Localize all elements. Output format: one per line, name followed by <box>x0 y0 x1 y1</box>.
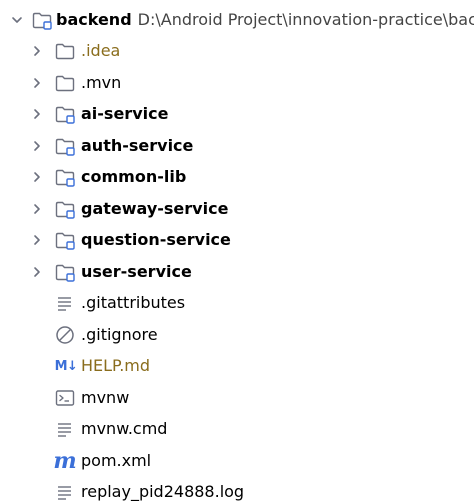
tree-row-pom-xml[interactable]: m pom.xml <box>0 445 474 477</box>
tree-row-mvnw[interactable]: mvnw <box>0 382 474 414</box>
markdown-icon-text: M↓ <box>54 358 78 374</box>
folder-icon <box>54 72 76 94</box>
tree-label-mvnw: mvnw <box>81 387 130 407</box>
folder-icon <box>54 40 76 62</box>
module-folder-icon <box>54 135 76 157</box>
tree-row-gateway-service[interactable]: gateway-service <box>0 193 474 225</box>
tree-row-user-service[interactable]: user-service <box>0 256 474 288</box>
tree-label-gateway-service: gateway-service <box>81 198 229 218</box>
tree-label-replay-log: replay_pid24888.log <box>81 482 245 502</box>
tree-label-mvnw-cmd: mvnw.cmd <box>81 419 168 439</box>
chevron-right-icon[interactable] <box>28 137 46 155</box>
project-tree: backend D:\Android Project\innovation-pra… <box>0 4 474 504</box>
markdown-icon: M↓ <box>53 355 79 377</box>
chevron-right-icon[interactable] <box>28 42 46 60</box>
text-file-icon <box>54 418 76 440</box>
tree-row-ai-service[interactable]: ai-service <box>0 99 474 131</box>
tree-label-mvn: .mvn <box>81 72 122 92</box>
terminal-icon <box>54 387 76 409</box>
text-file-icon <box>54 292 76 314</box>
tree-row-idea[interactable]: .idea <box>0 36 474 68</box>
tree-row-auth-service[interactable]: auth-service <box>0 130 474 162</box>
tree-label-common-lib: common-lib <box>81 167 187 187</box>
tree-row-backend[interactable]: backend D:\Android Project\innovation-pra… <box>0 4 474 36</box>
module-folder-icon <box>54 261 76 283</box>
tree-row-common-lib[interactable]: common-lib <box>0 162 474 194</box>
tree-label-gitattributes: .gitattributes <box>81 293 186 313</box>
tree-row-question-service[interactable]: question-service <box>0 225 474 257</box>
chevron-right-icon[interactable] <box>28 200 46 218</box>
root-name: backend <box>56 9 132 29</box>
module-folder-icon <box>54 229 76 251</box>
tree-row-help-md[interactable]: M↓ HELP.md <box>0 351 474 383</box>
tree-label-backend: backend D:\Android Project\innovation-pra… <box>56 10 474 30</box>
tree-label-help-md: HELP.md <box>81 356 151 376</box>
tree-row-replay-log[interactable]: replay_pid24888.log <box>0 477 474 504</box>
module-folder-icon <box>31 9 53 31</box>
chevron-right-icon[interactable] <box>28 168 46 186</box>
tree-label-auth-service: auth-service <box>81 135 194 155</box>
module-folder-icon <box>54 103 76 125</box>
module-folder-icon <box>54 166 76 188</box>
tree-label-ai-service: ai-service <box>81 104 169 124</box>
chevron-right-icon[interactable] <box>28 74 46 92</box>
chevron-down-icon[interactable] <box>8 11 26 29</box>
text-file-icon <box>54 481 76 503</box>
maven-icon: m <box>53 447 77 474</box>
tree-label-question-service: question-service <box>81 230 231 250</box>
tree-row-gitignore[interactable]: .gitignore <box>0 319 474 351</box>
tree-row-gitattributes[interactable]: .gitattributes <box>0 288 474 320</box>
chevron-right-icon[interactable] <box>28 105 46 123</box>
maven-icon-text: m <box>53 447 77 474</box>
ignore-file-icon <box>54 324 76 346</box>
tree-label-user-service: user-service <box>81 261 192 281</box>
tree-row-mvn[interactable]: .mvn <box>0 67 474 99</box>
tree-row-mvnw-cmd[interactable]: mvnw.cmd <box>0 414 474 446</box>
root-path: D:\Android Project\innovation-practice\b… <box>137 9 474 29</box>
module-folder-icon <box>54 198 76 220</box>
tree-label-gitignore: .gitignore <box>81 324 158 344</box>
tree-label-pom-xml: pom.xml <box>81 450 152 470</box>
chevron-right-icon[interactable] <box>28 231 46 249</box>
tree-label-idea: .idea <box>81 41 121 61</box>
chevron-right-icon[interactable] <box>28 263 46 281</box>
